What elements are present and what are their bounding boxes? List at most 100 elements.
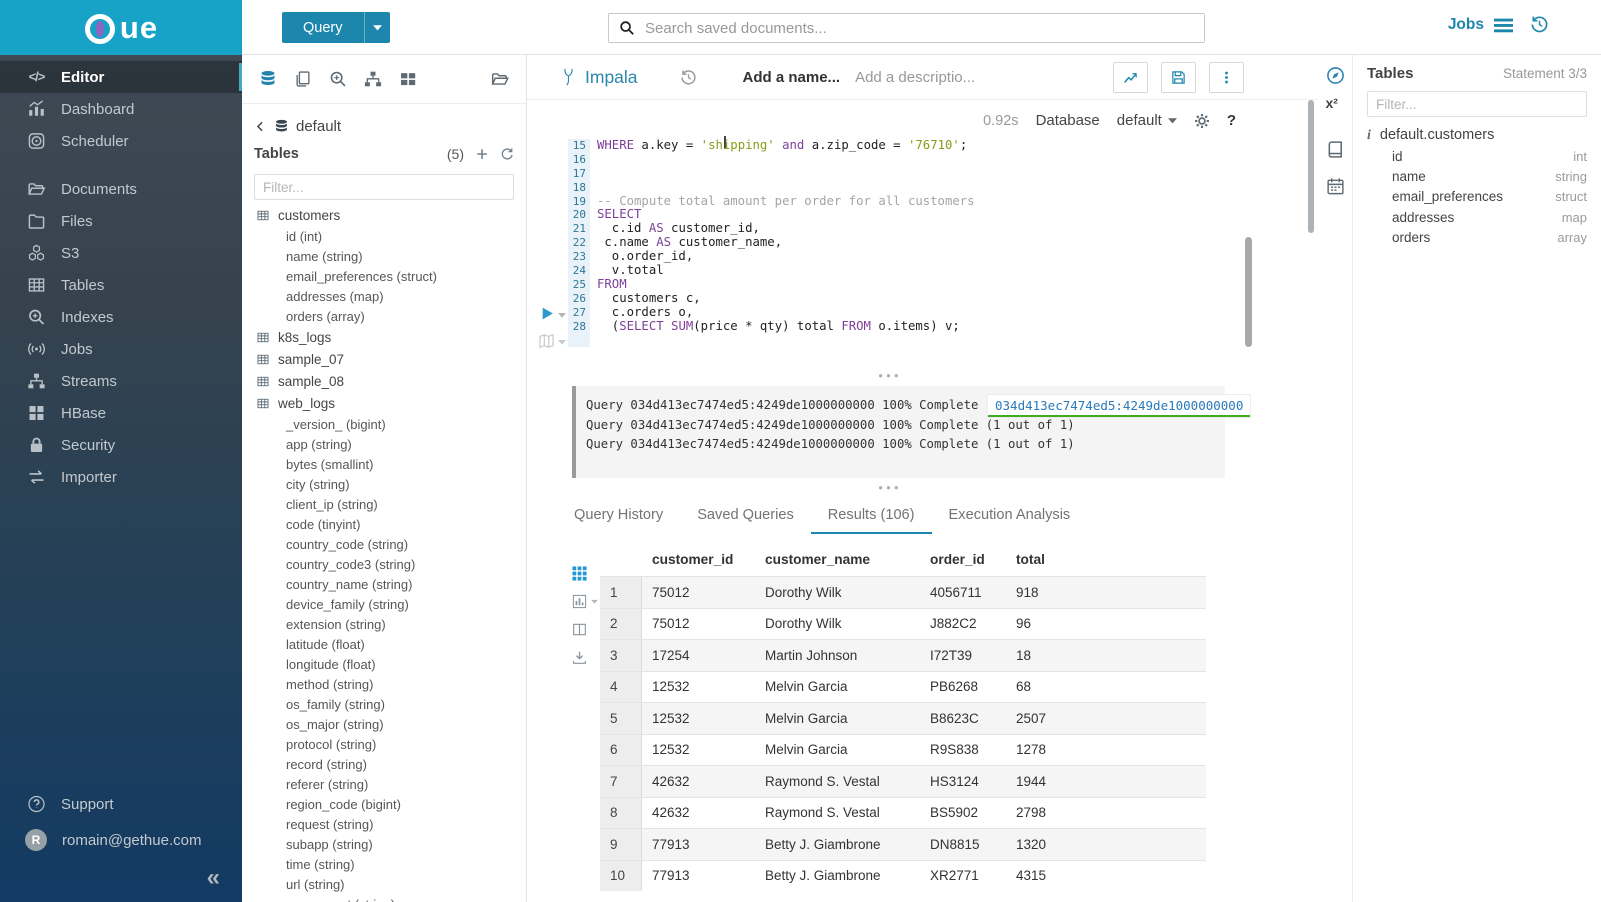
sidebar-item-files[interactable]: Files (0, 205, 242, 237)
tree-column[interactable]: record (string) (254, 754, 514, 774)
hue-logo[interactable]: ue (0, 0, 242, 55)
execute-caret-icon[interactable] (558, 312, 566, 318)
table-row[interactable]: 6 12532Melvin GarciaR9S8381278 (600, 734, 1206, 766)
chart-button[interactable] (1113, 62, 1148, 93)
sidebar-item-scheduler[interactable]: Scheduler (0, 125, 242, 157)
save-button[interactable] (1161, 62, 1196, 93)
sidebar-item-importer[interactable]: Importer (0, 461, 242, 493)
tree-column[interactable]: request (string) (254, 814, 514, 834)
query-dropdown-caret[interactable] (364, 12, 390, 43)
grid-view-icon[interactable] (572, 566, 587, 581)
tree-column[interactable]: email_preferences (struct) (254, 266, 514, 286)
streams-icon[interactable] (364, 70, 382, 88)
query-name-field[interactable]: Add a name... (743, 69, 841, 86)
right-filter-input[interactable] (1367, 91, 1587, 117)
tree-table-sample-07[interactable]: sample_07 (254, 348, 514, 370)
engine-selector[interactable]: Impala (560, 67, 638, 88)
tree-column[interactable]: orders (array) (254, 306, 514, 326)
tree-column[interactable]: subapp (string) (254, 834, 514, 854)
column-header-customer-name[interactable]: customer_name (755, 552, 920, 567)
snippet-history-icon[interactable] (680, 69, 697, 86)
documents-icon[interactable] (491, 70, 509, 88)
tree-column[interactable]: country_name (string) (254, 574, 514, 594)
tree-table-web-logs[interactable]: web_logs (254, 392, 514, 414)
tree-column[interactable]: os_family (string) (254, 694, 514, 714)
sidebar-item-support[interactable]: Support (0, 786, 242, 822)
database-dropdown[interactable]: default (1117, 112, 1177, 129)
database-icon[interactable] (259, 70, 277, 88)
tree-column[interactable]: device_family (string) (254, 594, 514, 614)
docsbook-icon[interactable] (1326, 140, 1345, 159)
jobs-link[interactable]: Jobs (1448, 16, 1513, 34)
table-row[interactable]: 8 42632Raymond S. VestalBS59022798 (600, 797, 1206, 829)
presentation-mode-icon[interactable] (538, 333, 555, 349)
tree-column[interactable]: referer (string) (254, 774, 514, 794)
sidebar-item-dashboard[interactable]: Dashboard (0, 93, 242, 125)
tree-column[interactable]: method (string) (254, 674, 514, 694)
tab-execution-analysis[interactable]: Execution Analysis (932, 496, 1088, 534)
tree-column[interactable]: app (string) (254, 434, 514, 454)
download-results-icon[interactable] (572, 650, 587, 665)
right-column-row[interactable]: addresses map (1367, 207, 1587, 227)
query-button[interactable]: Query (282, 12, 390, 43)
fx-icon[interactable]: x² (1326, 103, 1345, 122)
editor-scrollbar[interactable] (1245, 237, 1252, 347)
main-scrollbar[interactable] (1308, 100, 1314, 233)
help-icon[interactable]: ? (1227, 112, 1236, 129)
history-icon[interactable] (1530, 15, 1549, 34)
more-actions-button[interactable] (1209, 62, 1244, 93)
copy-icon[interactable] (294, 70, 312, 88)
right-column-row[interactable]: email_preferences struct (1367, 187, 1587, 207)
add-table-icon[interactable] (475, 147, 489, 161)
tree-table-sample-08[interactable]: sample_08 (254, 370, 514, 392)
sidebar-item-jobs[interactable]: Jobs (0, 333, 242, 365)
table-row[interactable]: 4 12532Melvin GarciaPB626868 (600, 671, 1206, 703)
tree-column[interactable]: country_code3 (string) (254, 554, 514, 574)
tree-table-customers[interactable]: customers (254, 204, 514, 226)
sidebar-item-user[interactable]: R romain@gethue.com (0, 822, 242, 858)
search-input[interactable] (609, 14, 1204, 42)
right-column-row[interactable]: name string (1367, 166, 1587, 186)
collapse-sidebar-icon[interactable]: « (207, 864, 220, 891)
sidebar-item-tables[interactable]: Tables (0, 269, 242, 301)
tab-results-106-[interactable]: Results (106) (811, 496, 932, 534)
tree-table-k8s-logs[interactable]: k8s_logs (254, 326, 514, 348)
query-description-field[interactable]: Add a descriptio... (855, 69, 975, 86)
tree-column[interactable]: url (string) (254, 874, 514, 894)
sidebar-item-editor[interactable]: </> Editor (0, 61, 242, 93)
database-breadcrumb[interactable]: default (254, 113, 514, 139)
resize-handle-top[interactable]: ●●● (527, 371, 1253, 380)
table-filter-input[interactable] (254, 174, 514, 200)
table-row[interactable]: 2 75012Dorothy WilkJ882C296 (600, 608, 1206, 640)
active-table-row[interactable]: i default.customers (1367, 127, 1587, 143)
chart-view-icon[interactable] (572, 594, 587, 609)
query-id-link[interactable]: 034d413ec7474ed5:4249de1000000000 (988, 395, 1250, 417)
compass-icon[interactable] (1326, 66, 1345, 85)
tree-column[interactable]: city (string) (254, 474, 514, 494)
column-header-customer-id[interactable]: customer_id (642, 552, 755, 567)
sidebar-item-security[interactable]: Security (0, 429, 242, 461)
tree-column[interactable]: bytes (smallint) (254, 454, 514, 474)
tree-column[interactable]: time (string) (254, 854, 514, 874)
sidebar-item-streams[interactable]: Streams (0, 365, 242, 397)
column-header-order-id[interactable]: order_id (920, 552, 1006, 567)
table-row[interactable]: 7 42632Raymond S. VestalHS31241944 (600, 765, 1206, 797)
tree-column[interactable]: extension (string) (254, 614, 514, 634)
query-log[interactable]: Query 034d413ec7474ed5:4249de1000000000 … (572, 386, 1225, 478)
tree-column[interactable]: longitude (float) (254, 654, 514, 674)
table-row[interactable]: 9 77913Betty J. GiambroneDN88151320 (600, 828, 1206, 860)
right-column-row[interactable]: orders array (1367, 228, 1587, 248)
calendar-icon[interactable] (1326, 177, 1345, 196)
tree-column[interactable]: name (string) (254, 246, 514, 266)
refresh-icon[interactable] (500, 147, 514, 161)
tree-column[interactable]: code (tinyint) (254, 514, 514, 534)
columns-view-icon[interactable] (572, 622, 587, 637)
tree-column[interactable]: region_code (bigint) (254, 794, 514, 814)
code-editor[interactable]: 15 WHERE a.key = 'shipping' and a.zip_co… (568, 139, 975, 347)
tree-column[interactable]: addresses (map) (254, 286, 514, 306)
tree-column[interactable]: id (int) (254, 226, 514, 246)
column-header-total[interactable]: total (1006, 552, 1206, 567)
table-row[interactable]: 5 12532Melvin GarciaB8623C2507 (600, 702, 1206, 734)
gridapps-icon[interactable] (399, 70, 417, 88)
zoomplus-icon[interactable] (329, 70, 347, 88)
